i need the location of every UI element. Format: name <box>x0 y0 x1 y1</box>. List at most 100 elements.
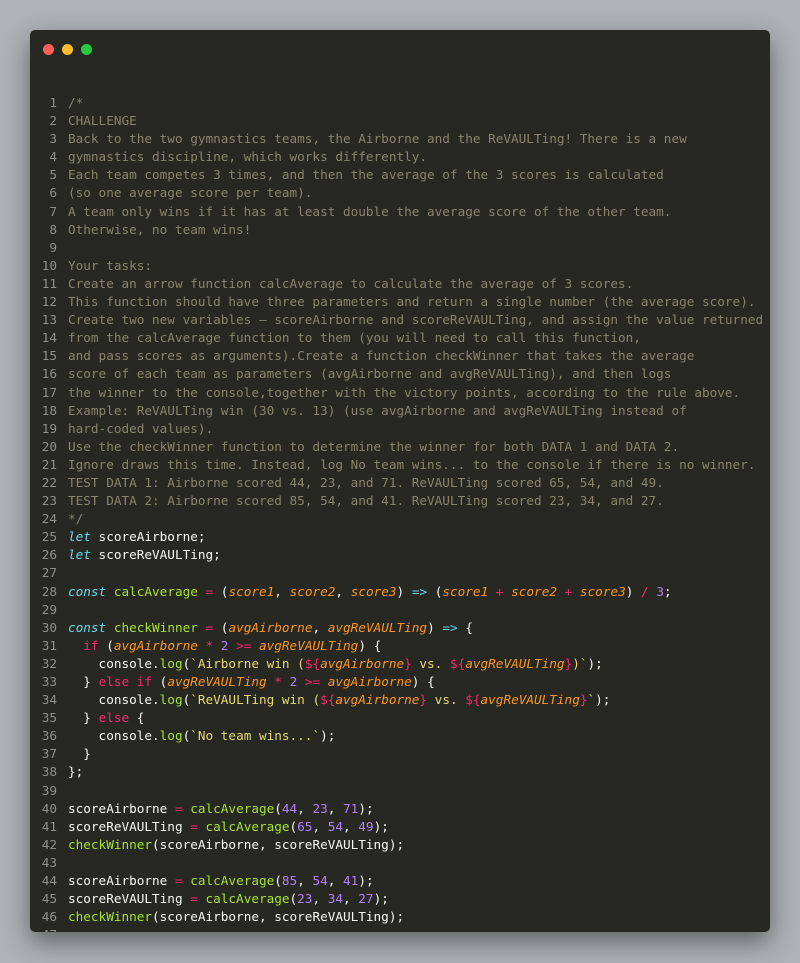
code-token: ; <box>663 583 672 599</box>
code-token: score1 <box>228 583 275 599</box>
code-line: 17 the winner to the console,together wit… <box>30 384 770 402</box>
code-token: log <box>159 728 183 744</box>
line-number: 23 <box>41 493 57 509</box>
code-token: 34 <box>327 891 344 907</box>
line-number: 37 <box>41 746 57 762</box>
code-token: ${ <box>465 692 481 708</box>
code-line: 36 console.log(`No team wins...`); <box>30 727 770 745</box>
code-token: score2 <box>511 583 557 599</box>
code-token: = <box>205 583 214 599</box>
code-token: from the calcAverage function to them (y… <box>68 330 641 346</box>
code-text: */ <box>68 510 83 528</box>
code-token: calcAverage <box>190 873 275 889</box>
code-token: score of each team as parameters (avgAir… <box>68 366 672 382</box>
code-token: (so one average score per team). <box>68 185 313 201</box>
code-token: else <box>98 674 130 689</box>
code-line: 33 } else if (avgReVAULTing * 2 >= avgAi… <box>30 673 770 691</box>
code-token: (scoreAirborne, scoreReVAULTing); <box>152 909 405 925</box>
code-token: else <box>98 710 130 726</box>
line-number: 16 <box>41 366 57 382</box>
code-token: score3 <box>350 583 397 599</box>
code-token: and pass scores as arguments).Create a f… <box>68 348 695 364</box>
code-text: TEST DATA 1: Airborne scored 44, 23, and… <box>68 474 664 492</box>
code-editor: 1/* 2 CHALLENGE 3 Back to the two gymnastics… <box>30 94 770 932</box>
code-line: 18 Example: ReVAULTing win (30 vs. 13) (u… <box>30 402 770 420</box>
code-line: 12 This function should have three parame… <box>30 293 770 311</box>
line-number: 29 <box>41 601 57 617</box>
zoom-dot[interactable] <box>81 44 92 55</box>
line-number: 14 <box>41 330 57 346</box>
code-text: scoreReVAULTing = calcAverage(23, 34, 27… <box>68 890 389 908</box>
code-token: ); <box>320 728 336 744</box>
code-token: score2 <box>289 583 336 599</box>
line-number: 15 <box>41 348 57 364</box>
code-text: Back to the two gymnastics teams, the Ai… <box>68 130 687 148</box>
code-text: if (avgAirborne * 2 >= avgReVAULTing) { <box>68 637 381 655</box>
code-token: , <box>312 619 328 635</box>
code-line: 8 Otherwise, no team wins! <box>30 221 770 239</box>
code-text: score of each team as parameters (avgAir… <box>68 365 671 383</box>
line-number: 13 <box>41 312 57 328</box>
code-token: { <box>457 619 473 635</box>
code-token: if <box>83 637 99 653</box>
code-token: vs. <box>427 692 466 708</box>
line-number: 26 <box>41 547 57 563</box>
close-dot[interactable] <box>43 44 54 55</box>
code-token: avgReVAULTing <box>327 619 428 635</box>
code-token: avgAirborne <box>113 637 198 653</box>
line-number: 36 <box>41 728 57 744</box>
line-number: 25 <box>41 529 57 545</box>
code-window: 1/* 2 CHALLENGE 3 Back to the two gymnastics… <box>30 30 770 932</box>
code-token: ` <box>587 692 596 708</box>
code-token: , <box>312 891 328 907</box>
line-number: 39 <box>41 782 57 798</box>
code-token: ); <box>595 692 611 708</box>
code-token: scoreReVAULTing <box>68 891 191 907</box>
line-number: 31 <box>41 637 57 653</box>
code-text: console.log(`Airborne win (${avgAirborne… <box>68 655 603 673</box>
code-line: 2 CHALLENGE <box>30 112 770 130</box>
code-token: , <box>343 891 359 907</box>
code-token: 27 <box>358 891 374 907</box>
code-text: from the calcAverage function to them (y… <box>68 329 641 347</box>
code-line: 5 Each team competes 3 times, and then th… <box>30 166 770 184</box>
code-token: calcAverage <box>205 818 290 834</box>
code-text: console.log(`No team wins...`); <box>68 727 336 745</box>
code-text: Otherwise, no team wins! <box>68 221 251 239</box>
code-token: avgAirborne <box>327 674 412 689</box>
code-token: console. <box>68 655 160 671</box>
code-text: } <box>68 745 91 763</box>
code-text: (so one average score per team). <box>68 184 312 202</box>
code-token: if <box>136 674 153 689</box>
code-token: avgReVAULTing <box>480 692 580 708</box>
line-number: 21 <box>41 456 57 472</box>
code-line: 42 checkWinner(scoreAirborne, scoreReVAUL… <box>30 836 770 854</box>
code-token: hard-coded values). <box>68 420 214 436</box>
code-line: 25 let scoreAirborne; <box>30 528 770 546</box>
code-token: log <box>159 655 183 671</box>
code-token: , <box>297 800 313 816</box>
code-line: 4 gymnastics discipline, which works diff… <box>30 148 770 166</box>
code-token: 85 <box>281 873 298 889</box>
line-number: 1 <box>49 95 57 110</box>
line-number: 47 <box>30 926 57 932</box>
code-token: const <box>68 619 107 635</box>
code-token: TEST DATA 2: Airborne scored 85, 54, and… <box>68 493 664 509</box>
code-token: `No team wins...` <box>190 728 321 744</box>
minimize-dot[interactable] <box>62 44 73 55</box>
code-line: 15 and pass scores as arguments).Create a… <box>30 347 770 365</box>
code-token: Each team competes 3 times, and then the… <box>68 167 664 183</box>
code-token: Use the checkWinner function to determin… <box>68 438 680 454</box>
line-number: 40 <box>41 800 57 816</box>
line-number: 42 <box>41 836 57 852</box>
code-token: `Airborne win ( <box>190 655 305 671</box>
code-line: 13 Create two new variables — scoreAirbor… <box>30 311 770 329</box>
code-token: calcAverage <box>190 800 275 816</box>
code-token: 49 <box>358 818 374 834</box>
code-line: 28 const calcAverage = (score1, score2, s… <box>30 583 770 601</box>
